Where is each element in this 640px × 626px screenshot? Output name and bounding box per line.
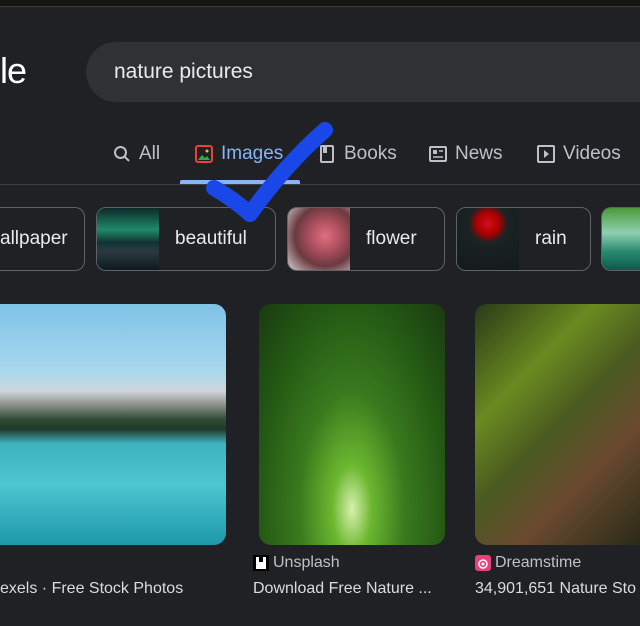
result-title[interactable]: 34,901,651 Nature Sto — [475, 580, 636, 598]
chip-beautiful[interactable]: beautiful — [96, 207, 276, 271]
chip-label: allpaper — [0, 228, 68, 249]
chip-flower[interactable]: flower — [287, 207, 445, 271]
video-icon — [537, 145, 555, 163]
chip-thumbnail — [288, 208, 350, 270]
chip-wallpaper[interactable]: allpaper — [0, 207, 85, 271]
chip-label: flower — [366, 228, 417, 249]
tab-label: Books — [344, 143, 397, 164]
top-strip — [0, 0, 640, 7]
tab-all[interactable]: All — [113, 141, 160, 167]
result-title[interactable]: Download Free Nature ... — [253, 580, 432, 598]
tab-label: News — [455, 143, 503, 164]
google-logo[interactable]: le — [0, 50, 27, 92]
chip-rain[interactable]: rain — [456, 207, 591, 271]
chip-label: beautiful — [175, 228, 247, 249]
source-name: Unsplash — [273, 554, 340, 571]
result-title[interactable]: exels · Free Stock Photos — [0, 580, 183, 598]
result-source[interactable]: Dreamstime — [475, 554, 581, 572]
search-input[interactable]: nature pictures — [86, 42, 640, 102]
tab-books[interactable]: Books — [318, 141, 397, 167]
chip-thumbnail — [602, 208, 640, 270]
book-icon — [320, 145, 334, 163]
result-image-boardwalk[interactable] — [475, 304, 640, 545]
unsplash-icon — [253, 555, 269, 571]
chip-label: rain — [535, 228, 567, 249]
tab-label: Images — [221, 143, 284, 164]
tab-label: All — [139, 143, 161, 164]
tab-label: Videos — [563, 143, 621, 164]
image-icon — [195, 145, 213, 163]
dreamstime-icon — [475, 555, 491, 571]
divider — [0, 184, 640, 185]
chip-thumbnail — [457, 208, 519, 270]
tab-videos[interactable]: Videos — [537, 141, 621, 167]
news-icon — [429, 146, 447, 162]
tab-news[interactable]: News — [429, 141, 503, 167]
search-query[interactable]: nature pictures — [114, 60, 253, 84]
source-name: Dreamstime — [495, 554, 582, 571]
chip-thumbnail — [97, 208, 159, 270]
search-icon — [114, 146, 130, 162]
result-image-lake[interactable] — [0, 304, 226, 545]
tab-images[interactable]: Images — [195, 141, 283, 167]
result-source[interactable]: Unsplash — [253, 554, 340, 572]
chip-waterfall[interactable] — [601, 207, 640, 271]
result-image-forest[interactable] — [259, 304, 445, 545]
